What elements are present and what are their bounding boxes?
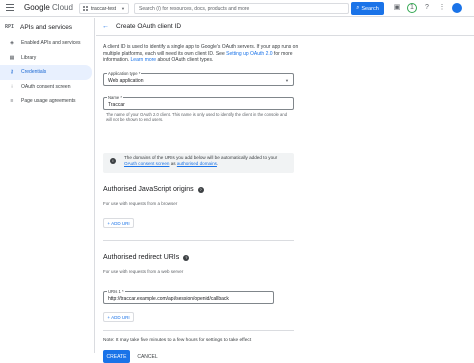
top-bar: Google Cloud traccar-test ▼ Search (/) f… (0, 0, 474, 17)
sidebar-item-label: Library (21, 54, 37, 61)
help-icon[interactable]: ? (197, 186, 204, 193)
sidebar-item-label: Credentials (21, 69, 47, 76)
search-icon: ⌕ (356, 5, 360, 11)
application-type-label: Application type * (107, 71, 142, 76)
consent-icon: ⁝ (11, 83, 13, 90)
name-field[interactable]: Name * Traccar (103, 95, 294, 110)
grid-icon: ◈ (10, 40, 14, 47)
cancel-button[interactable]: CANCEL (134, 350, 161, 363)
settings-icon: ≡ (10, 98, 14, 105)
redirect-uris-subtitle: For use with requests from a web server (103, 269, 184, 274)
library-icon: ▦ (9, 54, 15, 61)
authorised-domains-link[interactable]: authorised domains (177, 161, 217, 166)
api-badge: RPI (5, 24, 15, 30)
chevron-down-icon: ▼ (121, 6, 125, 11)
divider (103, 330, 294, 331)
application-type-select[interactable]: Application type * Web application ▼ (103, 71, 294, 86)
project-dots-icon (83, 6, 88, 11)
learn-more-link[interactable]: Learn more (131, 57, 157, 63)
intro-text: A client ID is used to identify a single… (103, 44, 299, 63)
sidebar-item-oauth-consent[interactable]: ⁝ OAuth consent screen (0, 80, 94, 95)
sidebar-item-page-usage[interactable]: ≡ Page usage agreements (0, 94, 94, 109)
sidebar-item-label: Page usage agreements (21, 98, 76, 105)
sidebar: RPI APIs and services ◈ Enabled APIs and… (0, 18, 95, 353)
redirect-uri-value: http://traccar.example.com/api/session/o… (108, 296, 229, 302)
search-input[interactable]: Search (/) for resources, docs, products… (134, 3, 349, 14)
project-name: traccar-test (91, 5, 117, 12)
more-vert-icon[interactable]: ⋮ (437, 3, 447, 13)
sidebar-item-enabled-apis[interactable]: ◈ Enabled APIs and services (0, 36, 94, 51)
chevron-down-icon: ▼ (285, 78, 289, 83)
add-js-origin-button[interactable]: + ADD URI (103, 218, 134, 228)
name-value: Traccar (108, 102, 125, 108)
search-button-label: Search (361, 5, 379, 12)
consent-screen-link[interactable]: OAuth consent screen (124, 161, 169, 166)
logo-google: Google (24, 3, 50, 12)
application-type-value: Web application (108, 78, 144, 84)
name-helper-text: The name of your OAuth 2.0 client. This … (106, 112, 288, 123)
divider (103, 240, 294, 241)
menu-icon[interactable] (6, 4, 14, 12)
terminal-icon[interactable]: ▣ (392, 3, 402, 13)
redirect-uri-label: URIs 1 * (107, 289, 125, 294)
logo-cloud: Cloud (52, 3, 73, 12)
sidebar-title: APIs and services (20, 23, 73, 31)
plus-icon: + (107, 220, 111, 226)
sidebar-item-label: OAuth consent screen (21, 83, 71, 90)
settings-delay-note: Note: It may take five minutes to a few … (103, 338, 252, 343)
help-icon[interactable]: ? (183, 254, 190, 261)
page-header: ← Create OAuth client ID (96, 18, 474, 36)
back-arrow-icon[interactable]: ← (102, 23, 109, 30)
setup-oauth-link[interactable]: Setting up OAuth 2.0 (226, 51, 272, 57)
js-origins-subtitle: For use with requests from a browser (103, 201, 178, 206)
redirect-uris-section-title: Authorised redirect URIs ? (103, 254, 190, 261)
info-icon: i (110, 158, 116, 164)
avatar[interactable] (452, 3, 462, 13)
sidebar-item-credentials[interactable]: ⚷ Credentials (0, 65, 92, 80)
info-box: i The domains of the URIs you add below … (103, 153, 294, 173)
redirect-uri-field[interactable]: URIs 1 * http://traccar.example.com/api/… (103, 289, 274, 304)
sidebar-item-label: Enabled APIs and services (21, 40, 81, 47)
search-button[interactable]: ⌕ Search (351, 2, 384, 15)
add-redirect-uri-button[interactable]: + ADD URI (103, 312, 134, 322)
notification-badge[interactable]: 1 (407, 3, 417, 13)
sidebar-header: RPI APIs and services (0, 18, 94, 36)
create-button[interactable]: CREATE (103, 350, 130, 363)
search-placeholder: Search (/) for resources, docs, products… (139, 6, 250, 12)
js-origins-section-title: Authorised JavaScript origins ? (103, 186, 204, 193)
key-icon: ⚷ (10, 69, 14, 76)
page-title: Create OAuth client ID (116, 23, 182, 30)
sidebar-item-library[interactable]: ▦ Library (0, 51, 94, 66)
main-content: ← Create OAuth client ID A client ID is … (96, 18, 474, 363)
plus-icon: + (107, 314, 111, 320)
project-selector[interactable]: traccar-test ▼ (79, 3, 129, 14)
google-cloud-logo[interactable]: Google Cloud (24, 3, 73, 12)
name-label: Name * (107, 95, 123, 100)
help-icon[interactable]: ? (422, 3, 432, 13)
